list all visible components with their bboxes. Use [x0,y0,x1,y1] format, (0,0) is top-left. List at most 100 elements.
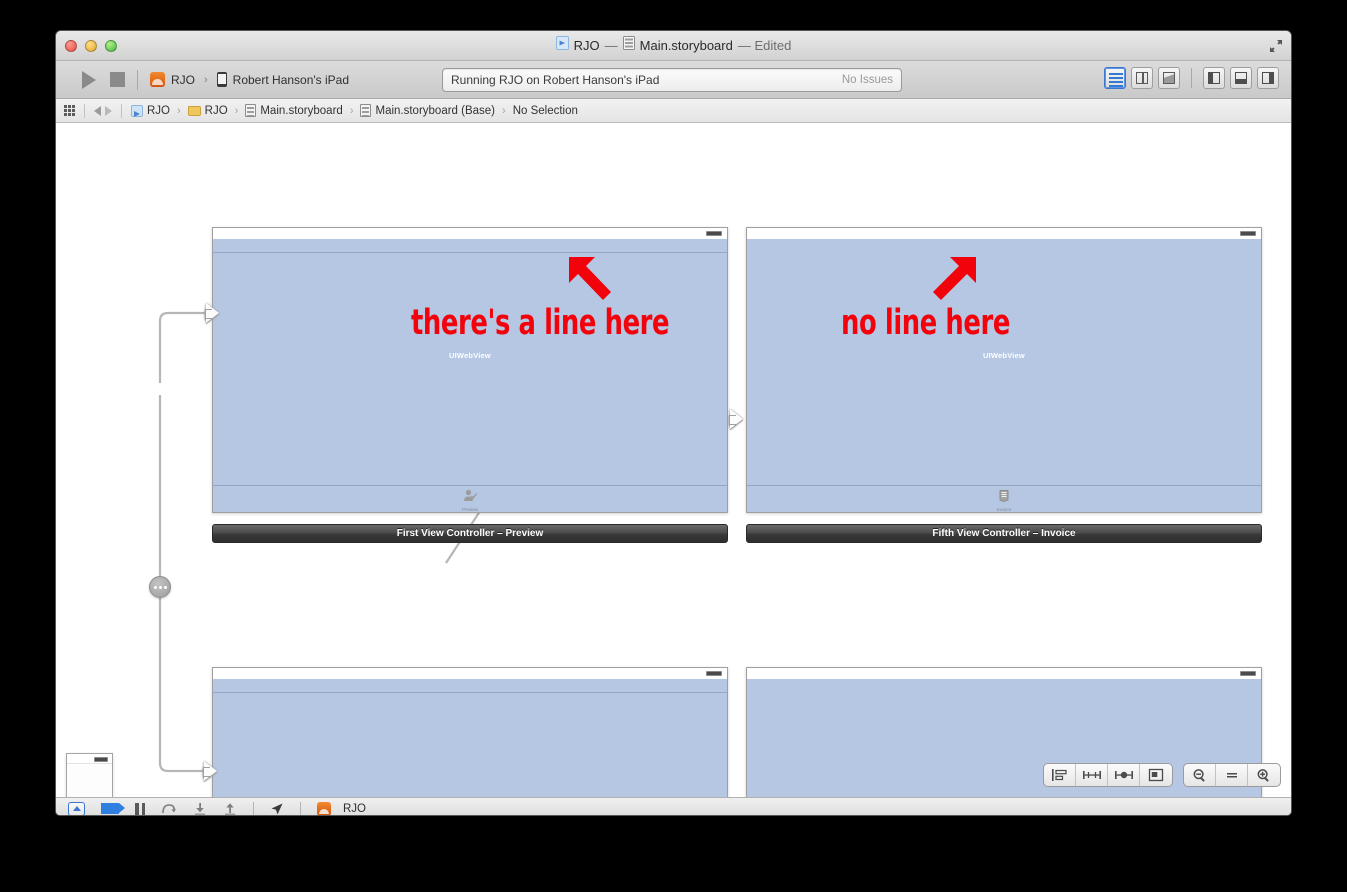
breadcrumb-item-base-locale[interactable]: Main.storyboard (Base) [360,104,495,117]
resolve-issues-button[interactable] [1108,764,1140,786]
version-editor-button[interactable] [1158,67,1180,89]
toggle-debug-area-button[interactable] [1230,67,1252,89]
navigation-divider-line [213,252,727,253]
breadcrumb-separator: › [349,104,354,117]
scheme-name: RJO [171,72,195,87]
breadcrumb-separator: › [234,104,239,117]
tab-bar[interactable]: Invoice [747,485,1261,512]
scheme-separator: › [204,73,208,86]
hide-debug-area-icon[interactable] [68,801,85,815]
storyboard-icon [245,104,257,117]
uiwebview-top-left[interactable]: UIWebView [213,239,727,485]
zoom-controls [1183,763,1281,787]
battery-icon [1240,671,1256,676]
xcode-project-icon [555,31,569,61]
scene-bottom-left-view-controller[interactable]: UIWebView [212,667,728,797]
panel-right-icon [1262,72,1274,84]
relationship-segue-arrow-left[interactable] [203,761,217,781]
battery-icon [706,231,722,236]
breadcrumb-item-group[interactable]: RJO [187,104,228,117]
scheme-selector[interactable]: RJO › Robert Hanson's iPad [150,72,349,87]
auto-layout-controls [1043,763,1173,787]
zoom-actual-size-button[interactable] [1216,764,1248,786]
forward-arrow-icon[interactable] [105,105,112,116]
xcode-window: RJO — Main.storyboard — Edited RJO › Rob… [55,30,1292,816]
view-controller-frame[interactable]: UIWebView Preview [212,227,728,513]
debugbar-divider-2 [300,802,301,815]
scheme-app-icon [150,72,165,87]
title-dash: — [604,38,618,53]
related-items-icon[interactable] [64,105,75,116]
toolbar-divider [137,69,138,90]
breadcrumb-label: Main.storyboard [260,104,343,117]
toggle-utilities-button[interactable] [1257,67,1279,89]
title-project-name: RJO [573,38,600,53]
breadcrumb-item-project[interactable]: RJO [131,104,170,117]
view-controller-frame[interactable]: UIWebView [212,667,728,797]
breadcrumb-label: No Selection [512,104,578,117]
resizing-behavior-icon [1148,768,1164,782]
zoom-equal-icon [1226,773,1237,778]
step-out-icon[interactable] [223,802,237,816]
status-message: Running RJO on Robert Hanson's iPad [451,73,660,87]
pause-icon[interactable] [135,802,145,815]
scene-fifth-view-controller-invoice[interactable]: UIWebView Invoice Fifth View Controller … [746,227,1262,543]
device-icon [216,72,227,87]
folder-icon [187,105,201,116]
breadcrumb-item-selection[interactable]: No Selection [513,105,578,117]
align-button[interactable] [1044,764,1076,786]
scene-title-label: Fifth View Controller – Invoice [746,524,1262,543]
toggle-navigator-button[interactable] [1203,67,1225,89]
status-bar [213,228,727,239]
step-over-icon[interactable] [161,802,177,816]
simulate-location-icon[interactable] [270,802,284,816]
offscreen-view-controller-scene[interactable] [66,753,113,797]
align-icon [1052,769,1067,781]
breadcrumb-label: RJO [204,104,228,117]
title-file-name: Main.storyboard [639,38,733,53]
debugbar-divider [253,802,254,815]
activity-status-view: Running RJO on Robert Hanson's iPad No I… [442,68,902,92]
breadcrumb-separator: › [502,104,506,117]
storyboard-icon [622,31,635,61]
battery-icon [706,671,722,676]
resizing-behavior-button[interactable] [1140,764,1172,786]
standard-editor-button[interactable] [1104,67,1126,89]
storyboard-canvas[interactable]: UIWebView Preview First View Controller … [56,123,1291,797]
storyboard-icon [360,104,372,117]
tab-bar-item-caption: Invoice [996,507,1012,512]
debug-process-entry[interactable]: RJO [317,801,366,815]
lines-icon [1109,73,1123,87]
fullscreen-arrows-icon[interactable] [1268,38,1284,54]
resolve-auto-layout-issues-icon [1114,771,1133,779]
uiwebview-label: UIWebView [983,351,1025,360]
battery-icon [94,757,108,762]
tab-bar-item-invoice[interactable]: Invoice [747,489,1261,512]
breadcrumb-item-file[interactable]: Main.storyboard [245,104,343,117]
pin-button[interactable] [1076,764,1108,786]
document-stack-icon [747,489,1261,506]
step-into-icon[interactable] [193,802,207,816]
assistant-editor-button[interactable] [1131,67,1153,89]
title-edited-status: — Edited [737,38,792,53]
zoom-out-button[interactable] [1184,764,1216,786]
tab-bar-item-caption: Preview [461,507,478,512]
relationship-segue-arrow-top[interactable] [729,409,743,429]
view-controller-frame[interactable]: UIWebView Invoice [746,227,1262,513]
relationship-segue-arrow-left-top[interactable] [205,303,219,323]
tab-bar-controller-node[interactable] [149,576,171,598]
tab-bar-item-preview[interactable]: Preview [213,489,727,512]
stop-square-icon[interactable] [110,72,125,87]
run-play-icon[interactable] [82,70,96,89]
toolbar-divider-2 [1191,68,1192,88]
breakpoints-activate-icon[interactable] [101,803,125,814]
tab-bar[interactable]: Preview [213,485,727,512]
zoom-in-button[interactable] [1248,764,1280,786]
uiwebview-bottom-left[interactable]: UIWebView [213,679,727,797]
uiwebview-top-right[interactable]: UIWebView [747,239,1261,485]
scene-first-view-controller-preview[interactable]: UIWebView Preview First View Controller … [212,227,728,543]
uiwebview-label: UIWebView [449,351,491,360]
annotation-line-present: there's a line here [411,303,670,343]
back-arrow-icon[interactable] [94,105,101,116]
zoom-out-icon [1193,768,1205,782]
